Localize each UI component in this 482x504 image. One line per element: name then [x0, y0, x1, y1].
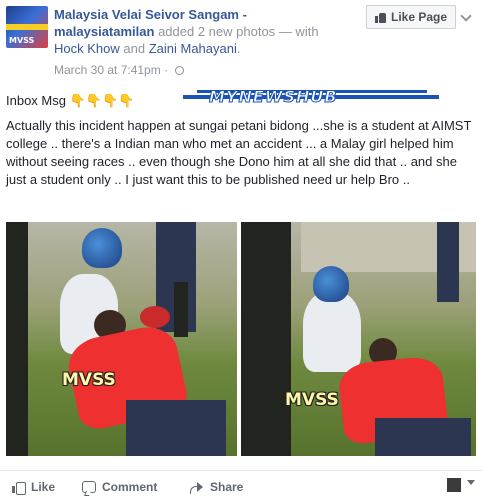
tagged-user-2[interactable]: Zaini Mahayani: [149, 41, 237, 56]
globe-icon: [175, 66, 185, 75]
inbox-line: Inbox Msg 👇👇👇👇: [6, 93, 134, 109]
timestamp-separator: ·: [164, 63, 169, 77]
action-text: added 2 new photos: [158, 24, 276, 39]
avatar-stripe: [6, 24, 48, 30]
and-text: and: [123, 41, 146, 56]
share-icon: [190, 481, 204, 494]
post-body: Actually this incident happen at sungai …: [6, 118, 472, 187]
photo-watermark: MVSS: [62, 370, 116, 390]
bystander-leg: [174, 282, 188, 337]
pointing-down-emoji: 👇👇👇👇: [69, 93, 135, 108]
post-photo-1[interactable]: MVSS: [6, 222, 237, 456]
bystander-left: [6, 222, 28, 456]
like-page-label: Like Page: [390, 10, 448, 24]
post-header: MVSS Malaysia Velai Seivor Sangam - mala…: [0, 0, 482, 84]
blue-helmet: [313, 266, 349, 302]
thumbs-up-icon: [374, 12, 386, 23]
thumbs-up-icon: [12, 481, 26, 495]
share-button[interactable]: Share: [190, 480, 243, 494]
with-text: — with: [278, 24, 319, 39]
author-link[interactable]: malaysiatamilan: [54, 24, 154, 39]
tagged-user-1[interactable]: Hock Khow: [54, 41, 120, 56]
like-button[interactable]: Like: [12, 480, 56, 495]
like-page-button[interactable]: Like Page: [366, 5, 456, 29]
comment-button[interactable]: Comment: [82, 480, 157, 494]
page-avatar[interactable]: MVSS: [6, 6, 48, 48]
mynewshub-banner: MYNEWSHUB: [183, 87, 439, 107]
comment-icon: [82, 481, 96, 493]
page-name-link[interactable]: Malaysia Velai Seivor Sangam -: [54, 7, 247, 22]
chevron-down-icon[interactable]: [460, 10, 472, 22]
caret-down-icon[interactable]: [467, 480, 475, 485]
post-timestamp: March 30 at 7:41pm ·: [54, 63, 185, 77]
like-label: Like: [31, 480, 56, 494]
photo-watermark: MVSS: [285, 390, 339, 410]
bystander-right: [437, 222, 459, 302]
period-text: .: [236, 41, 241, 56]
injured-man-legs: [126, 400, 226, 456]
injured-man-legs: [375, 418, 471, 456]
timestamp-link[interactable]: March 30 at 7:41pm: [54, 63, 161, 77]
post-attribution: Malaysia Velai Seivor Sangam - malaysiat…: [54, 6, 354, 57]
post-photo-2[interactable]: MVSS: [241, 222, 476, 456]
red-helmet: [140, 306, 170, 328]
student-girl: [303, 292, 361, 372]
avatar-label: MVSS: [9, 36, 35, 45]
bystander-left: [241, 222, 291, 456]
post-actions-bar: Like Comment Share: [0, 470, 482, 500]
blue-helmet: [82, 228, 122, 268]
comment-label: Comment: [102, 480, 158, 494]
banner-text: MYNEWSHUB: [209, 87, 338, 107]
inbox-label: Inbox Msg: [6, 93, 70, 108]
actor-avatar[interactable]: [447, 478, 461, 492]
share-label: Share: [210, 480, 244, 494]
